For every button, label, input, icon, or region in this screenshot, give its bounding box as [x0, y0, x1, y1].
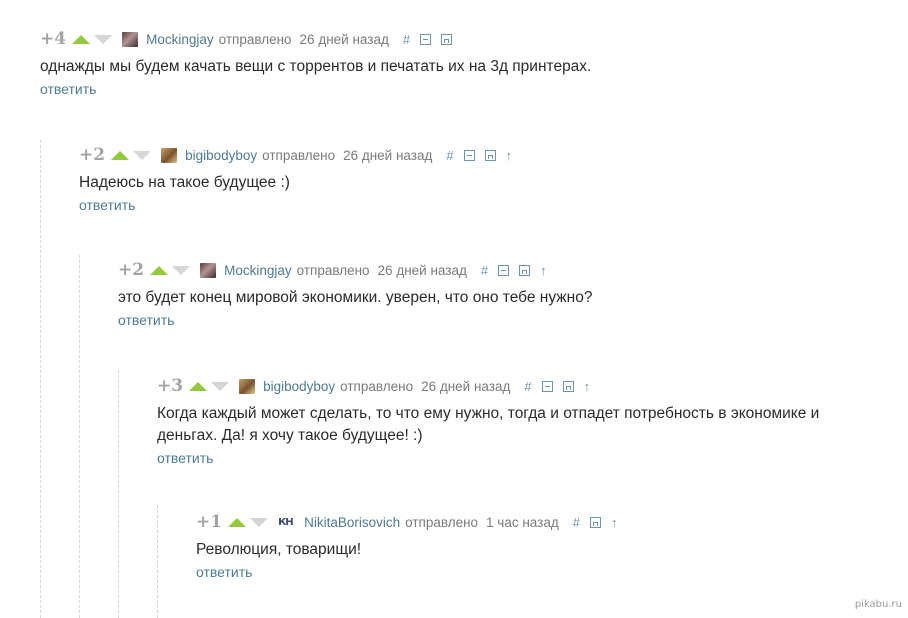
avatar[interactable]: [161, 147, 178, 163]
reply-link[interactable]: ответить: [157, 450, 213, 466]
permalink-icon[interactable]: #: [481, 264, 488, 277]
comment-header: +2 bigibodyboy отправлено 26 дней назад …: [79, 145, 879, 165]
comment-score: +2: [118, 260, 145, 280]
avatar[interactable]: [239, 378, 256, 394]
permalink-icon[interactable]: #: [573, 516, 580, 529]
thread-line: [118, 370, 119, 618]
upvote-icon[interactable]: [72, 34, 91, 44]
parent-arrow-icon[interactable]: ↑: [584, 379, 591, 394]
downvote-icon[interactable]: [250, 517, 269, 527]
thread-line: [79, 255, 80, 618]
username-link[interactable]: Mockingjay: [224, 263, 292, 278]
collapse-icon[interactable]: [420, 33, 432, 45]
comment-thread: +4 Mockingjay отправлено 26 дней назад #…: [0, 0, 908, 618]
reply-link[interactable]: ответить: [79, 197, 135, 213]
comment-header: +2 Mockingjay отправлено 26 дней назад #…: [118, 260, 878, 280]
watermark: pikabu.ru: [854, 599, 902, 610]
sent-label: отправлено: [340, 378, 414, 394]
upvote-icon[interactable]: [111, 150, 130, 160]
reply-link[interactable]: ответить: [40, 81, 96, 97]
save-icon[interactable]: [519, 264, 531, 276]
save-icon[interactable]: [562, 380, 574, 392]
reply-link[interactable]: ответить: [118, 312, 174, 328]
avatar[interactable]: [122, 31, 139, 47]
parent-arrow-icon[interactable]: ↑: [611, 515, 618, 530]
comment-score: +2: [79, 145, 106, 165]
comment-header: +3 bigibodyboy отправлено 26 дней назад …: [157, 376, 847, 396]
comment-time: 26 дней назад: [299, 31, 389, 47]
sent-label: отправлено: [218, 31, 292, 47]
username-link[interactable]: NikitaBorisovich: [304, 515, 400, 530]
upvote-icon[interactable]: [228, 517, 247, 527]
comment-header: +1 КН NikitaBorisovich отправлено 1 час …: [196, 512, 846, 532]
downvote-icon[interactable]: [172, 265, 191, 275]
sent-label: отправлено: [405, 514, 479, 530]
sent-label: отправлено: [262, 147, 336, 163]
permalink-icon[interactable]: #: [446, 149, 453, 162]
comment-text: Надеюсь на такое будущее :): [79, 174, 290, 191]
comment: +1 КН NikitaBorisovich отправлено 1 час …: [196, 512, 846, 582]
comment-time: 26 дней назад: [421, 378, 511, 394]
thread-line: [157, 505, 158, 618]
thread-line: [40, 140, 41, 618]
permalink-icon[interactable]: #: [524, 380, 531, 393]
permalink-icon[interactable]: #: [403, 33, 410, 46]
comment: +3 bigibodyboy отправлено 26 дней назад …: [157, 376, 847, 468]
comment-time: 26 дней назад: [343, 147, 433, 163]
downvote-icon[interactable]: [211, 381, 230, 391]
upvote-icon[interactable]: [189, 381, 208, 391]
reply-link[interactable]: ответить: [196, 564, 252, 580]
collapse-icon[interactable]: [541, 380, 553, 392]
username-link[interactable]: bigibodyboy: [185, 148, 257, 163]
upvote-icon[interactable]: [150, 265, 169, 275]
comment-text: однажды мы будем качать вещи с торрентов…: [40, 58, 592, 75]
parent-arrow-icon[interactable]: ↑: [540, 263, 547, 278]
comment-score: +3: [157, 376, 184, 396]
comment: +4 Mockingjay отправлено 26 дней назад #…: [40, 29, 880, 99]
username-link[interactable]: Mockingjay: [146, 32, 214, 47]
comment-score: +1: [196, 512, 223, 532]
collapse-icon[interactable]: [463, 149, 475, 161]
comment-time: 1 час назад: [486, 514, 559, 530]
comment-text: это будет конец мировой экономики. увере…: [118, 289, 593, 306]
downvote-icon[interactable]: [94, 34, 113, 44]
comment-header: +4 Mockingjay отправлено 26 дней назад #: [40, 29, 880, 49]
collapse-icon[interactable]: [498, 264, 510, 276]
avatar[interactable]: [200, 262, 217, 278]
save-icon[interactable]: [589, 516, 601, 528]
comment-score: +4: [40, 29, 67, 49]
comment: +2 Mockingjay отправлено 26 дней назад #…: [118, 260, 878, 330]
comment-time: 26 дней назад: [377, 262, 467, 278]
comment: +2 bigibodyboy отправлено 26 дней назад …: [79, 145, 879, 215]
downvote-icon[interactable]: [133, 150, 152, 160]
sent-label: отправлено: [296, 262, 370, 278]
username-link[interactable]: bigibodyboy: [263, 379, 335, 394]
parent-arrow-icon[interactable]: ↑: [506, 148, 513, 163]
comment-text: Революция, товарищи!: [196, 541, 362, 558]
save-icon[interactable]: [441, 33, 453, 45]
comment-text: Когда каждый может сделать, то что ему н…: [157, 405, 820, 444]
avatar[interactable]: КН: [278, 515, 296, 530]
save-icon[interactable]: [484, 149, 496, 161]
